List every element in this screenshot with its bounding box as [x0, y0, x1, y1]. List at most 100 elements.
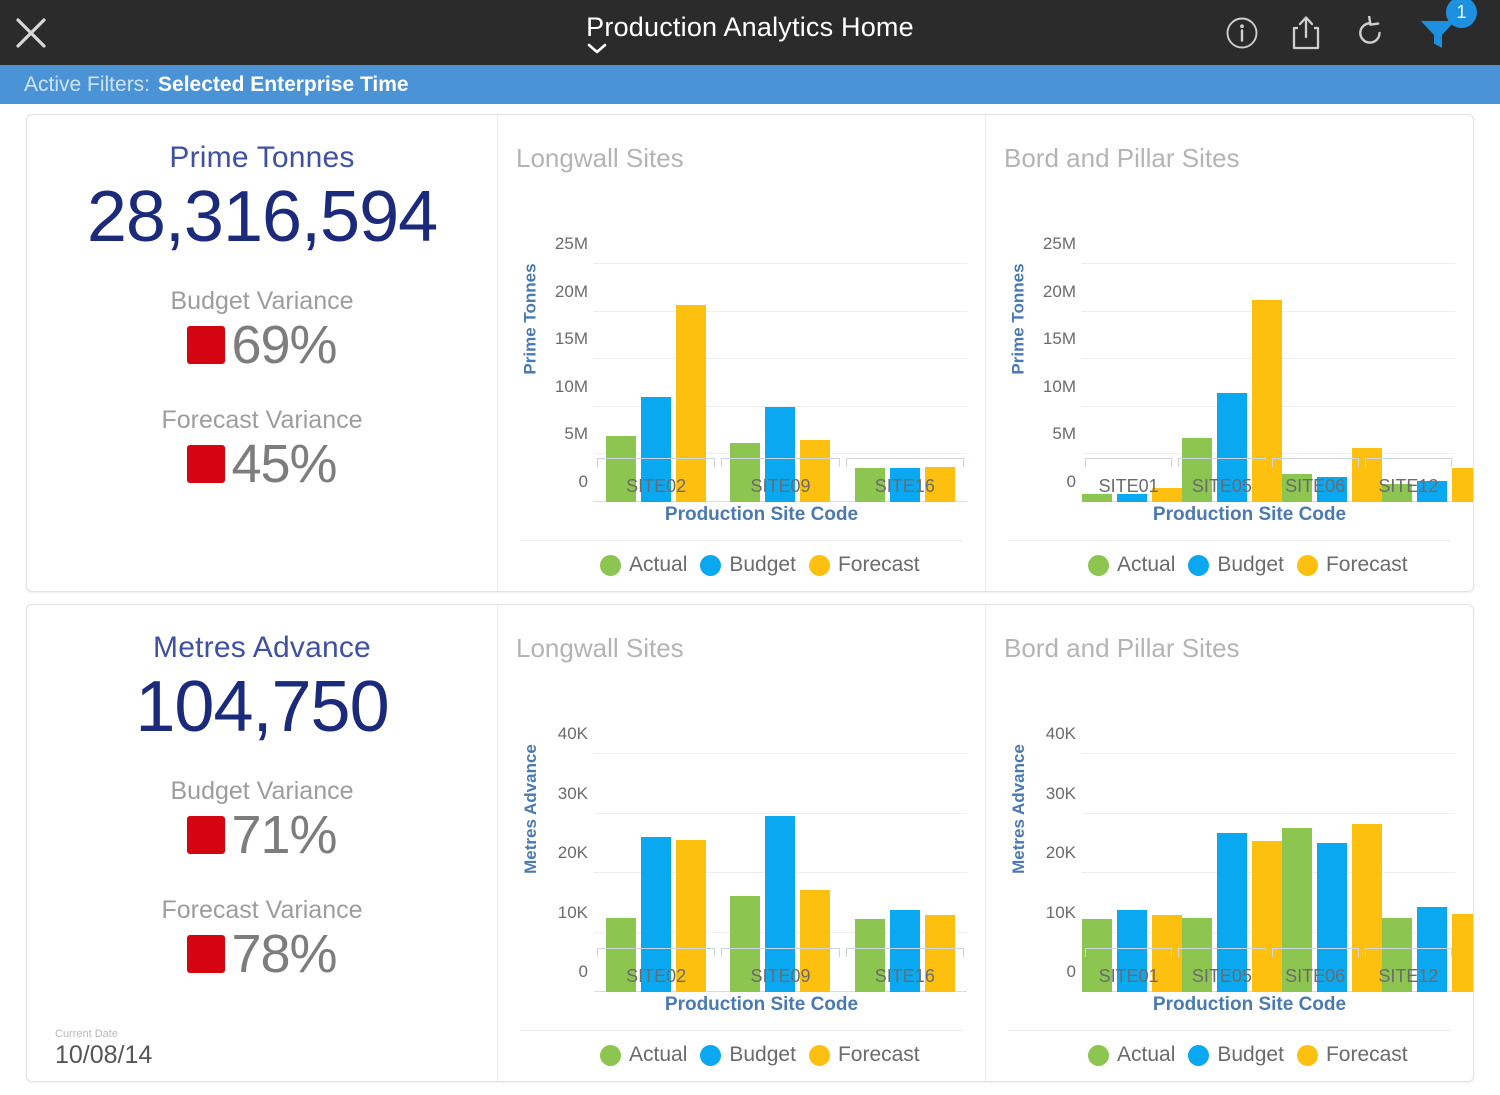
y-tick-label: 0	[1067, 472, 1076, 492]
y-tick-label: 40K	[558, 724, 588, 744]
chart-panel-longwall-metres[interactable]: Longwall SitesMetres Advance010K20K30K40…	[497, 605, 985, 1081]
active-filters-value: Selected Enterprise Time	[158, 73, 409, 97]
x-axis-categories: SITE02 SITE09 SITE16	[594, 948, 967, 992]
bar-group	[1182, 670, 1282, 992]
legend-color-dot	[1188, 1045, 1209, 1066]
y-tick-label: 0	[579, 472, 588, 492]
x-axis-category[interactable]: SITE09	[718, 948, 842, 992]
y-tick-label: 20M	[555, 282, 588, 302]
x-axis-category[interactable]: SITE16	[843, 948, 967, 992]
title-dropdown[interactable]: Production Analytics Home	[586, 12, 914, 54]
share-button[interactable]	[1290, 15, 1322, 51]
y-tick-label: 10M	[555, 377, 588, 397]
legend-item[interactable]: Budget	[1188, 553, 1284, 577]
chart-panel-longwall-tonnes[interactable]: Longwall SitesPrime Tonnes05M10M15M20M25…	[497, 115, 985, 591]
chart-panel-bordpillar-metres[interactable]: Bord and Pillar SitesMetres Advance010K2…	[985, 605, 1473, 1081]
bar-group	[1082, 180, 1182, 502]
legend-item[interactable]: Forecast	[1297, 553, 1408, 577]
legend-item[interactable]: Budget	[700, 1043, 796, 1067]
bar-forecast[interactable]	[1452, 468, 1474, 502]
y-axis-title: Metres Advance	[516, 670, 546, 992]
refresh-button[interactable]	[1353, 16, 1387, 50]
legend-color-dot	[1088, 1045, 1109, 1066]
legend-color-dot	[809, 555, 830, 576]
legend-color-dot	[809, 1045, 830, 1066]
forecast-variance-block: Forecast Variance 78%	[27, 896, 497, 981]
x-axis-category[interactable]: SITE16	[843, 458, 967, 502]
y-axis-ticks: 010K20K30K40K	[546, 670, 594, 992]
legend-item[interactable]: Budget	[700, 553, 796, 577]
info-button[interactable]	[1225, 16, 1259, 50]
x-axis-title: Production Site Code	[1004, 504, 1455, 526]
budget-variance-label: Budget Variance	[27, 777, 497, 806]
x-axis-category[interactable]: SITE06	[1269, 458, 1362, 502]
x-tick-label: SITE09	[750, 966, 810, 987]
legend-item[interactable]: Actual	[600, 1043, 687, 1067]
forecast-variance-value: 78%	[231, 927, 336, 981]
x-axis-category[interactable]: SITE01	[1082, 948, 1175, 992]
legend-color-dot	[600, 1045, 621, 1066]
legend-item[interactable]: Actual	[600, 553, 687, 577]
forecast-variance-value: 45%	[231, 437, 336, 491]
plot-grid: SITE01SITE05SITE06SITE12	[1082, 670, 1455, 992]
bar-group	[1382, 180, 1474, 502]
x-axis-category[interactable]: SITE09	[718, 458, 842, 502]
plot-area: Prime Tonnes05M10M15M20M25MSITE01SITE05S…	[1004, 180, 1455, 502]
x-axis-categories: SITE01SITE05SITE06SITE12	[1082, 948, 1455, 992]
y-axis-title: Prime Tonnes	[516, 180, 546, 502]
bar-group	[1282, 670, 1382, 992]
y-tick-label: 30K	[558, 784, 588, 804]
x-axis-title: Production Site Code	[1004, 994, 1455, 1016]
x-tick-label: SITE06	[1285, 476, 1345, 497]
legend-color-dot	[1297, 555, 1318, 576]
kpi-panel-prime-tonnes[interactable]: Prime Tonnes 28,316,594 Budget Variance …	[27, 115, 497, 591]
legend-item[interactable]: Actual	[1088, 1043, 1175, 1067]
active-filters-bar[interactable]: Active Filters: Selected Enterprise Time	[0, 65, 1500, 104]
chart-legend: Actual Budget Forecast	[516, 541, 967, 591]
x-axis-title: Production Site Code	[516, 994, 967, 1016]
legend-label: Budget	[1217, 553, 1284, 577]
plot-area: Prime Tonnes 0 5M 10M 15M 20M 25M SITE02 SITE09S…	[516, 180, 967, 502]
y-tick-label: 15M	[555, 329, 588, 349]
dashboard-card-metres-advance: Metres Advance 104,750 Budget Variance 7…	[26, 604, 1474, 1082]
legend-label: Actual	[1117, 1043, 1175, 1067]
x-axis-category[interactable]: SITE02	[594, 458, 718, 502]
filter-button[interactable]: 1	[1418, 14, 1458, 52]
legend-label: Actual	[629, 1043, 687, 1067]
legend-item[interactable]: Forecast	[809, 1043, 920, 1067]
legend-label: Actual	[629, 553, 687, 577]
plot-grid: SITE02 SITE09SITE16	[594, 180, 967, 502]
close-icon	[14, 16, 48, 50]
x-axis-category[interactable]: SITE05	[1175, 458, 1268, 502]
chevron-down-icon	[586, 43, 608, 54]
x-axis-category[interactable]: SITE01	[1082, 458, 1175, 502]
bar-groups	[594, 180, 967, 502]
x-axis-category[interactable]: SITE05	[1175, 948, 1268, 992]
x-axis-category[interactable]: SITE02	[594, 948, 718, 992]
chart-panel-bordpillar-tonnes[interactable]: Bord and Pillar SitesPrime Tonnes05M10M1…	[985, 115, 1473, 591]
app-header: Production Analytics Home	[0, 0, 1500, 65]
y-tick-label: 25M	[555, 234, 588, 254]
legend-label: Forecast	[1326, 553, 1408, 577]
x-axis-category[interactable]: SITE06	[1269, 948, 1362, 992]
y-axis-ticks: 05M10M15M20M25M	[1034, 180, 1082, 502]
legend-color-dot	[1088, 555, 1109, 576]
legend-item[interactable]: Budget	[1188, 1043, 1284, 1067]
x-axis-category[interactable]: SITE12	[1362, 458, 1455, 502]
kpi-panel-metres-advance[interactable]: Metres Advance 104,750 Budget Variance 7…	[27, 605, 497, 1081]
bar-group	[1282, 180, 1382, 502]
legend-item[interactable]: Forecast	[809, 553, 920, 577]
y-tick-label: 5M	[564, 424, 588, 444]
close-button[interactable]	[0, 0, 62, 65]
legend-item[interactable]: Forecast	[1297, 1043, 1408, 1067]
x-tick-label: SITE02	[626, 476, 686, 497]
kpi-value: 104,750	[27, 671, 497, 743]
legend-item[interactable]: Actual	[1088, 553, 1175, 577]
bar-group	[718, 670, 842, 992]
bar-group	[843, 180, 967, 502]
bar-forecast[interactable]	[1452, 914, 1474, 992]
current-date-label: Current Date	[55, 1028, 152, 1041]
legend-label: Forecast	[1326, 1043, 1408, 1067]
x-axis-category[interactable]: SITE12	[1362, 948, 1455, 992]
y-tick-label: 10M	[1043, 377, 1076, 397]
